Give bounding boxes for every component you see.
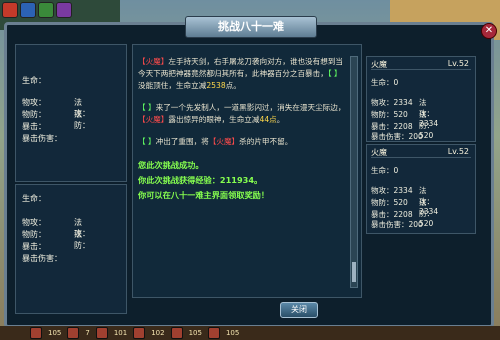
- crit-label: 暴击：: [22, 242, 46, 251]
- bottom-hotbar: 105 7 101 102 105 105: [0, 326, 500, 340]
- mdef-label: 法防：: [74, 230, 90, 250]
- enemy-critdmg: 暴击伤害：200: [371, 132, 423, 141]
- divider: [371, 157, 471, 158]
- skill-icon[interactable]: [38, 2, 54, 18]
- player-stats-panel-2: 生命： 物攻： 法攻： 物防： 法防： 暴击： 暴击伤害：: [15, 184, 127, 314]
- skill-icon[interactable]: [56, 2, 72, 18]
- pdef-label: 物防：: [22, 110, 46, 119]
- battle-log-scrollbar[interactable]: [350, 56, 358, 288]
- patk-label: 物攻：: [22, 98, 46, 107]
- close-button[interactable]: 关闭: [280, 302, 318, 318]
- close-icon[interactable]: ✕: [481, 23, 497, 39]
- enemy-pdef: 物防：520: [371, 198, 408, 207]
- result-exp: 你此次挑战获得经验：211934。: [138, 175, 263, 185]
- skill-icon[interactable]: [20, 2, 36, 18]
- skill-icon[interactable]: [2, 2, 18, 18]
- enemy-hp: 生命：0: [371, 78, 399, 87]
- enemy-hp: 生命：0: [371, 166, 399, 175]
- player-name: 【 】: [138, 103, 156, 112]
- enemy-patk: 物攻：2334: [371, 98, 413, 107]
- item-slot-icon[interactable]: [170, 327, 183, 339]
- battle-log: 【火魔】左手持天剑，右手屠龙刀袭向对方，谁也没有想到当今天下两把神器竟然都归其所…: [138, 56, 346, 203]
- result-success: 您此次挑战成功。: [138, 160, 204, 170]
- enemy-level: Lv.52: [447, 59, 469, 68]
- player-stats-panel-1: 生命： 物攻： 法攻： 物防： 法防： 暴击： 暴击伤害：: [15, 44, 127, 182]
- enemy-pdef: 物防：520: [371, 110, 408, 119]
- divider: [371, 69, 471, 70]
- dialog-title: 挑战八十一难: [185, 16, 317, 38]
- top-skill-icons: [2, 2, 72, 18]
- enemy-name: 【火魔】: [138, 115, 169, 124]
- damage-value: 44点: [259, 115, 277, 124]
- enemy-critdmg: 暴击伤害：200: [371, 220, 423, 229]
- enemy-level: Lv.52: [447, 147, 469, 156]
- critdmg-label: 暴击伤害：: [22, 254, 62, 263]
- player-name: 【 】: [138, 137, 156, 146]
- item-slot-icon[interactable]: [67, 327, 80, 339]
- hp-label: 生命：: [22, 194, 46, 203]
- enemy-name: 【火魔】: [138, 57, 169, 66]
- critdmg-label: 暴击伤害：: [22, 134, 62, 143]
- log-entry: 【 】冲出了重围，将【火魔】杀的片甲不留。: [138, 137, 293, 146]
- item-slot-icon[interactable]: [133, 327, 146, 339]
- item-slot-icon[interactable]: [95, 327, 108, 339]
- patk-label: 物攻：: [22, 218, 46, 227]
- log-entry: 【 】来了一个先发制人，一道黑影闪过，消失在漫天尘际边，【火魔】露出惊异的眼神，…: [138, 103, 346, 124]
- mdef-label: 法防：: [74, 110, 90, 130]
- hp-label: 生命：: [22, 76, 46, 85]
- item-slot-icon[interactable]: [207, 327, 220, 339]
- scrollbar-thumb[interactable]: [352, 262, 356, 282]
- log-entry: 【火魔】左手持天剑，右手屠龙刀袭向对方，谁也没有想到当今天下两把神器竟然都归其所…: [138, 57, 344, 90]
- enemy-name: 【火魔】: [208, 137, 240, 146]
- enemy-patk: 物攻：2334: [371, 186, 413, 195]
- item-slot-icon[interactable]: [30, 327, 42, 339]
- result-reward: 你可以在八十一难主界面领取奖励！: [138, 190, 270, 200]
- enemy-stats-panel-2: 火魔 Lv.52 生命：0 物攻：2334 法攻：2334 物防：520 法防：52…: [366, 144, 476, 234]
- player-name: 【 】: [327, 69, 342, 78]
- enemy-stats-panel-1: 火魔 Lv.52 生命：0 物攻：2334 法攻：2334 物防：520 法防：52…: [366, 56, 476, 142]
- crit-label: 暴击：: [22, 122, 46, 131]
- pdef-label: 物防：: [22, 230, 46, 239]
- damage-value: 2538: [206, 81, 226, 90]
